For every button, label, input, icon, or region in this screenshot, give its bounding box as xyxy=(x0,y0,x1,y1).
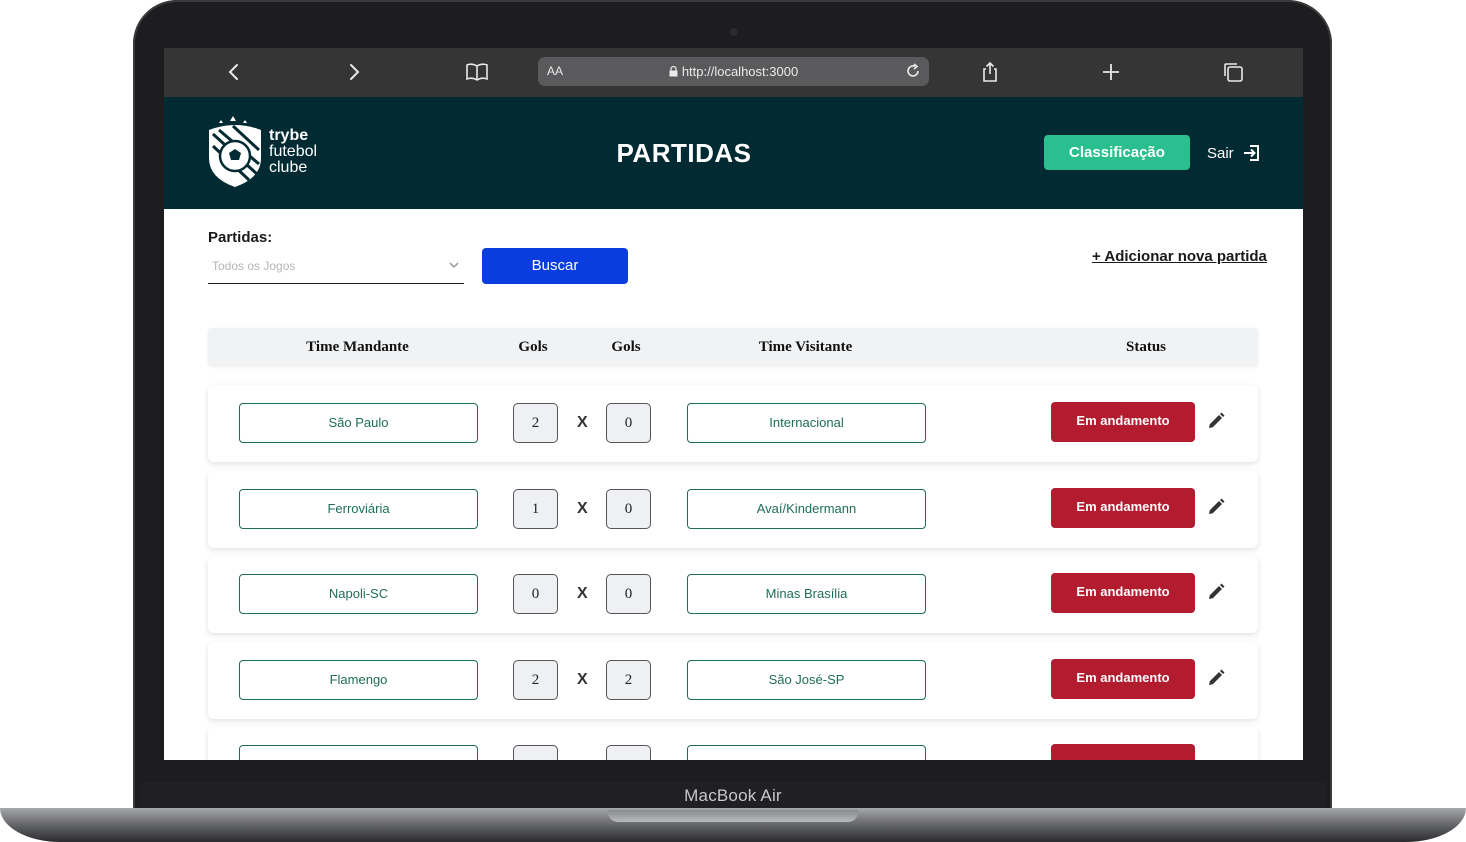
away-team-field[interactable]: São José-SP xyxy=(687,660,926,700)
logo[interactable]: trybe futebol clube xyxy=(207,114,327,189)
status-button[interactable]: Em andamento xyxy=(1051,659,1195,699)
screen: AA http://localhost:3000 trybe futebol c… xyxy=(164,48,1303,760)
away-goals-field[interactable]: 0 xyxy=(606,574,651,614)
versus-label: X xyxy=(577,585,588,602)
versus-label: X xyxy=(577,671,588,688)
tabs-overview-icon[interactable] xyxy=(1221,60,1245,84)
table-row: Ferroviária 1 X 0 Avaí/Kindermann Em and… xyxy=(208,471,1258,548)
versus-label: X xyxy=(577,500,588,517)
home-goals-field[interactable] xyxy=(513,745,558,760)
header-away-team: Time Visitante xyxy=(758,339,853,355)
table-row: São Paulo 2 X 0 Internacional Em andamen… xyxy=(208,385,1258,462)
status-button[interactable]: Em andamento xyxy=(1051,573,1195,613)
browser-toolbar: AA http://localhost:3000 xyxy=(164,48,1303,97)
device-label: MacBook Air xyxy=(684,786,782,805)
home-team-field[interactable]: São Paulo xyxy=(239,403,478,443)
away-goals-field[interactable] xyxy=(606,745,651,760)
logo-shield-icon xyxy=(209,116,261,187)
app-header: trybe futebol clube PARTIDAS Classificaç… xyxy=(164,97,1303,209)
forward-icon[interactable] xyxy=(342,60,366,84)
home-team-field[interactable]: Napoli-SC xyxy=(239,574,478,614)
camera xyxy=(730,28,738,36)
away-goals-field[interactable]: 2 xyxy=(606,660,651,700)
table-row-partial xyxy=(208,727,1258,760)
new-tab-icon[interactable] xyxy=(1099,60,1123,84)
table-row: Flamengo 2 X 2 São José-SP Em andamento xyxy=(208,642,1258,719)
search-button[interactable]: Buscar xyxy=(482,248,628,284)
chevron-down-icon xyxy=(448,259,460,271)
away-team-field[interactable]: Minas Brasília xyxy=(687,574,926,614)
add-match-link[interactable]: + Adicionar nova partida xyxy=(1092,248,1267,265)
status-button[interactable]: Em andamento xyxy=(1051,402,1195,442)
address-bar[interactable]: AA http://localhost:3000 xyxy=(538,57,929,86)
away-team-field[interactable]: Avaí/Kindermann xyxy=(687,489,926,529)
matches-filter-select[interactable]: Todos os Jogos xyxy=(208,248,464,284)
url-value: http://localhost:3000 xyxy=(681,64,799,79)
home-goals-field[interactable]: 0 xyxy=(513,574,558,614)
status-button[interactable] xyxy=(1051,744,1195,760)
logout-icon xyxy=(1243,145,1259,161)
logo-line-3: clube xyxy=(269,159,308,176)
away-team-field[interactable]: Internacional xyxy=(687,403,926,443)
away-goals-field[interactable]: 0 xyxy=(606,489,651,529)
logout-button[interactable]: Sair xyxy=(1207,144,1260,162)
lock-icon xyxy=(669,65,678,77)
home-goals-field[interactable]: 1 xyxy=(513,489,558,529)
edit-pencil-icon[interactable] xyxy=(1206,668,1226,688)
classification-button[interactable]: Classificação xyxy=(1044,135,1190,170)
status-button[interactable]: Em andamento xyxy=(1051,488,1195,528)
page-title: PARTIDAS xyxy=(616,138,752,168)
versus-label: X xyxy=(577,414,588,431)
url-text: http://localhost:3000 xyxy=(538,64,929,79)
table-header: Time Mandante Gols Gols Time Visitante S… xyxy=(208,328,1258,366)
table-row: Napoli-SC 0 X 0 Minas Brasília Em andame… xyxy=(208,556,1258,633)
bookmarks-icon[interactable] xyxy=(465,60,489,84)
away-goals-field[interactable]: 0 xyxy=(606,403,651,443)
filter-label: Partidas: xyxy=(208,229,273,246)
back-icon[interactable] xyxy=(222,60,246,84)
home-team-field[interactable] xyxy=(239,745,478,760)
away-team-field[interactable] xyxy=(687,745,926,760)
home-team-field[interactable]: Flamengo xyxy=(239,660,478,700)
laptop-notch xyxy=(608,810,858,822)
logo-line-1: trybe xyxy=(269,127,309,144)
reload-icon[interactable] xyxy=(903,61,923,81)
edit-pencil-icon[interactable] xyxy=(1206,497,1226,517)
header-home-team: Time Mandante xyxy=(306,339,409,355)
logout-label: Sair xyxy=(1207,144,1234,162)
header-status: Status xyxy=(1125,339,1166,355)
edit-pencil-icon[interactable] xyxy=(1206,411,1226,431)
home-goals-field[interactable]: 2 xyxy=(513,403,558,443)
logo-line-2: futebol xyxy=(269,143,318,160)
home-team-field[interactable]: Ferroviária xyxy=(239,489,478,529)
select-value: Todos os Jogos xyxy=(212,259,296,273)
edit-pencil-icon[interactable] xyxy=(1206,582,1226,602)
home-goals-field[interactable]: 2 xyxy=(513,660,558,700)
header-away-goals: Gols xyxy=(611,339,641,355)
header-home-goals: Gols xyxy=(518,339,548,355)
share-icon[interactable] xyxy=(978,60,1002,84)
logo-text: trybe futebol clube xyxy=(269,128,317,176)
